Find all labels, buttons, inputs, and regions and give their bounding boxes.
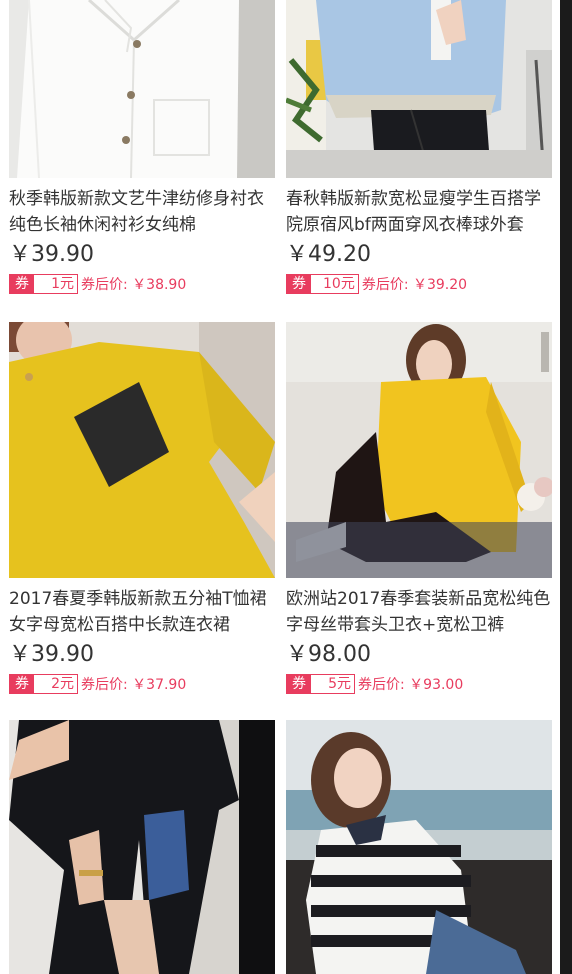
coupon-tag: 券 [10, 275, 34, 293]
product-card[interactable] [286, 720, 552, 974]
product-card[interactable]: 2017春夏季韩版新款五分袖T恤裙女字母宽松百搭中长款连衣裙 ￥39.90 券 … [9, 322, 275, 695]
product-title[interactable]: 欧洲站2017春季套装新品宽松纯色字母丝带套头卫衣+宽松卫裤 [286, 586, 552, 638]
coupon-row: 券 1元 券后价: ￥38.90 [9, 273, 275, 295]
coupon-row: 券 2元 券后价: ￥37.90 [9, 673, 275, 695]
scrollbar[interactable] [560, 0, 572, 974]
after-coupon-price: 券后价: ￥39.20 [361, 277, 468, 293]
product-price: ￥98.00 [286, 642, 371, 667]
product-title[interactable]: 春秋韩版新款宽松显瘦学生百搭学院原宿风bf两面穿风衣棒球外套 [286, 186, 552, 238]
coupon-row: 券 5元 券后价: ￥93.00 [286, 673, 552, 695]
product-title[interactable]: 秋季韩版新款文艺牛津纺修身衬衣纯色长袖休闲衬衫女纯棉 [9, 186, 275, 238]
after-coupon-price: 券后价: ￥37.90 [81, 677, 187, 693]
after-coupon-price: 券后价: ￥38.90 [81, 277, 187, 293]
yellow-sweatshirt-set-photo-icon[interactable] [286, 322, 552, 578]
coupon-tag: 券 [10, 675, 34, 693]
product-price: ￥49.20 [286, 242, 371, 267]
coupon-amount: 2元 [51, 676, 74, 692]
product-price: ￥39.90 [9, 242, 94, 267]
product-card[interactable] [9, 720, 275, 974]
product-price: ￥39.90 [9, 642, 94, 667]
black-split-top-photo-icon[interactable] [9, 720, 275, 974]
coupon-amount: 5元 [328, 676, 351, 692]
coupon-tag: 券 [287, 675, 311, 693]
coupon-amount: 1元 [51, 276, 74, 292]
product-card[interactable]: 春秋韩版新款宽松显瘦学生百搭学院原宿风bf两面穿风衣棒球外套 ￥49.20 券 … [286, 0, 552, 295]
coupon-tag: 券 [287, 275, 311, 293]
product-card[interactable]: 秋季韩版新款文艺牛津纺修身衬衣纯色长袖休闲衬衫女纯棉 ￥39.90 券 1元 券… [9, 0, 275, 295]
after-coupon-price: 券后价: ￥93.00 [358, 677, 464, 693]
coupon-badge[interactable]: 券 5元 [286, 674, 355, 694]
yellow-tshirt-dress-photo-icon[interactable] [9, 322, 275, 578]
blue-jacket-photo-icon[interactable] [286, 0, 552, 178]
striped-sweater-photo-icon[interactable] [286, 720, 552, 974]
coupon-row: 券 10元 券后价: ￥39.20 [286, 273, 552, 295]
coupon-badge[interactable]: 券 1元 [9, 274, 78, 294]
coupon-badge[interactable]: 券 10元 [286, 274, 359, 294]
product-title[interactable]: 2017春夏季韩版新款五分袖T恤裙女字母宽松百搭中长款连衣裙 [9, 586, 275, 638]
coupon-badge[interactable]: 券 2元 [9, 674, 78, 694]
product-card[interactable]: 欧洲站2017春季套装新品宽松纯色字母丝带套头卫衣+宽松卫裤 ￥98.00 券 … [286, 322, 552, 695]
coupon-amount: 10元 [323, 276, 355, 292]
white-shirt-photo-icon[interactable] [9, 0, 275, 178]
